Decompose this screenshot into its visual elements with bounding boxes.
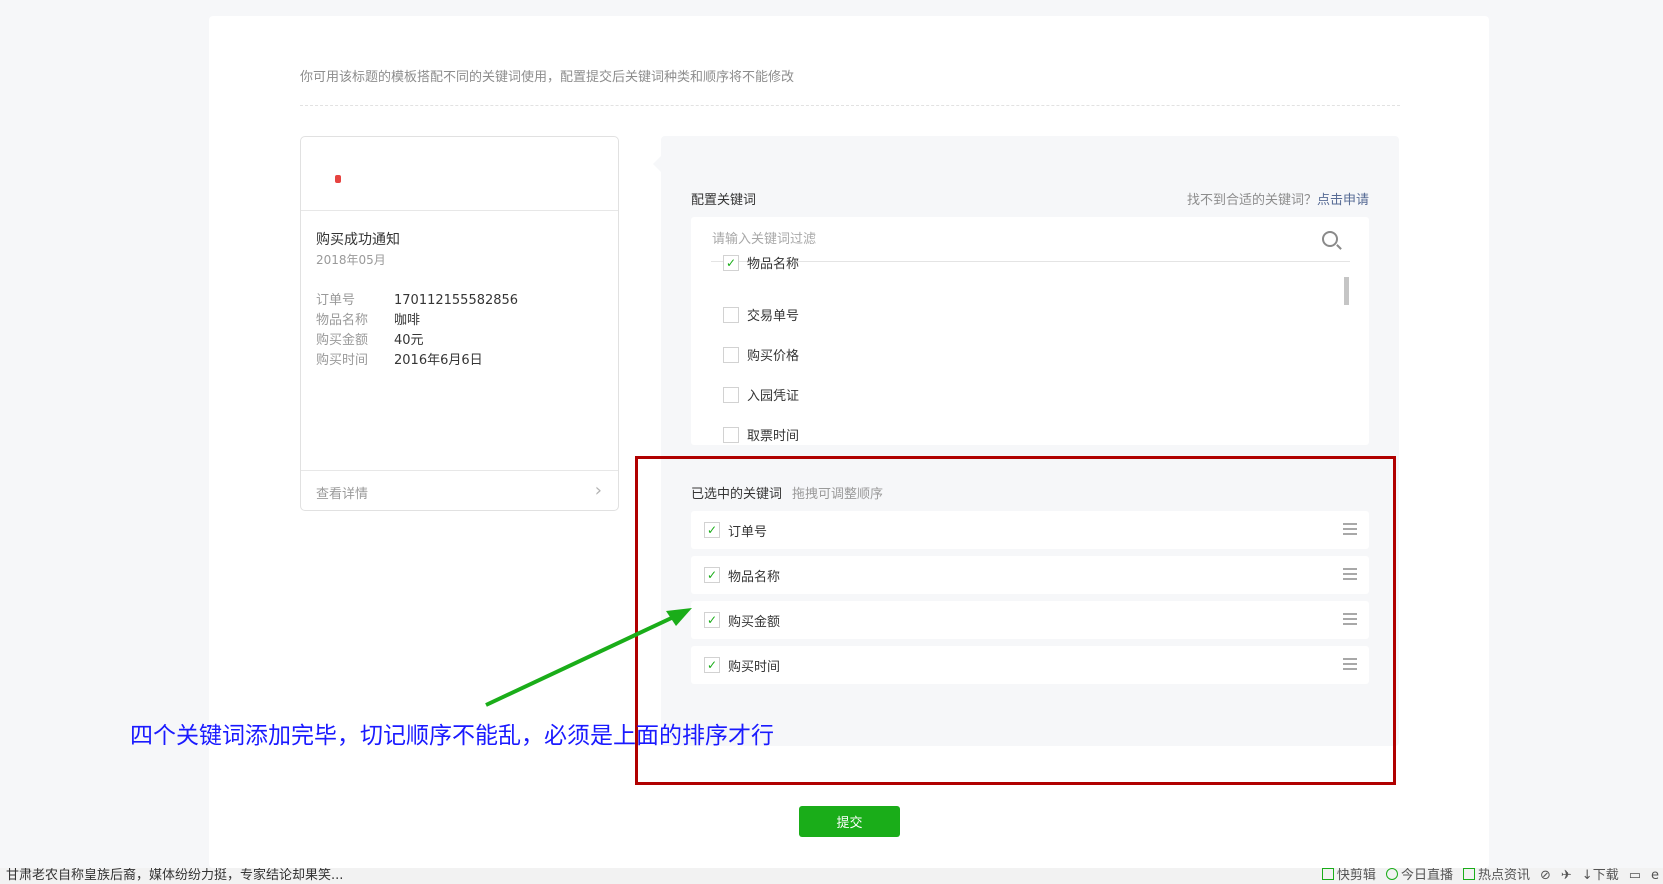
keyword-option[interactable]: 购买价格 [723, 345, 799, 364]
preview-row: 订单号 170112155582856 [316, 289, 518, 308]
view-details-label: 查看详情 [316, 487, 369, 502]
template-date: 2018年05月 [316, 253, 386, 267]
row-value: 咖啡 [394, 313, 421, 328]
keyword-option[interactable]: 入园凭证 [723, 385, 799, 404]
tool-label: 今日直播 [1400, 868, 1453, 883]
divider [300, 105, 1400, 106]
checkbox[interactable] [723, 386, 739, 403]
preview-row: 物品名称 咖啡 [316, 309, 420, 328]
checkbox[interactable] [723, 426, 739, 443]
row-label: 订单号 [316, 293, 356, 308]
option-label: 购买价格 [747, 349, 800, 364]
tool-label: 快剪辑 [1336, 868, 1376, 883]
annotation-text: 四个关键词添加完毕，切记顺序不能乱，必须是上面的排序才行 [130, 723, 774, 749]
help-text: 找不到合适的关键词？ [1186, 193, 1317, 208]
scrollbar[interactable] [1344, 277, 1349, 305]
template-preview-card: 购买成功通知 2018年05月 订单号 170112155582856 物品名称 咖… [300, 136, 619, 511]
config-title: 配置关键词 [691, 193, 757, 208]
speed-icon[interactable]: ⊘ [1540, 868, 1551, 884]
checkbox[interactable] [723, 306, 739, 323]
window-icon[interactable]: ▭ [1629, 868, 1641, 884]
option-label: 物品名称 [747, 257, 800, 272]
tool-label: 下载 [1592, 868, 1619, 883]
live-button[interactable]: 今日直播 [1385, 868, 1453, 884]
card-header [301, 137, 618, 211]
search-icon[interactable] [1322, 231, 1338, 247]
row-label: 物品名称 [316, 313, 369, 328]
keyword-option[interactable]: 交易单号 [723, 305, 799, 324]
row-value: 2016年6月6日 [394, 353, 483, 368]
keyword-option[interactable]: 取票时间 [723, 425, 799, 444]
checkbox-checked[interactable]: ✓ [723, 254, 739, 271]
news-ticker[interactable]: 甘肃老农自称皇族后裔，媒体纷纷力挺，专家结论却果笑... [6, 868, 343, 884]
tip-text: 你可用该标题的模板搭配不同的关键词使用，配置提交后关键词种类和顺序将不能修改 [300, 70, 795, 85]
tool-label: 热点资讯 [1477, 868, 1530, 883]
browser-status-bar: 甘肃老农自称皇族后裔，媒体纷纷力挺，专家结论却果笑... 快剪辑 今日直播 热点… [0, 868, 1663, 884]
view-details-link[interactable]: 查看详情 › [301, 470, 618, 510]
live-icon [1385, 868, 1398, 880]
keyword-option[interactable]: ✓ 物品名称 [723, 253, 799, 272]
keyword-search [711, 217, 1350, 262]
download-icon: ↓ [1581, 868, 1593, 883]
config-help: 找不到合适的关键词？点击申请 [1187, 189, 1369, 208]
option-label: 取票时间 [747, 429, 800, 444]
preview-row: 购买金额 40元 [316, 329, 424, 348]
option-label: 交易单号 [747, 309, 800, 324]
preview-row: 购买时间 2016年6月6日 [316, 349, 483, 368]
hot-news-button[interactable]: 热点资讯 [1462, 868, 1530, 884]
keyword-list-box: ✓ 物品名称 交易单号 购买价格 入园凭证 取票时间 [691, 217, 1369, 445]
row-value: 170112155582856 [394, 293, 519, 308]
news-icon [1462, 868, 1475, 880]
status-tools: 快剪辑 今日直播 热点资讯 ⊘ ✈ ↓下载 ▭ e [1321, 868, 1659, 884]
download-button[interactable]: ↓下载 [1582, 868, 1619, 884]
checkbox[interactable] [723, 346, 739, 363]
play-icon [1321, 868, 1334, 880]
quick-edit-button[interactable]: 快剪辑 [1321, 868, 1376, 884]
row-value: 40元 [394, 333, 424, 348]
template-title: 购买成功通知 [316, 232, 400, 248]
chevron-right-icon: › [594, 480, 602, 501]
apply-link[interactable]: 点击申请 [1317, 193, 1369, 208]
submit-button[interactable]: 提交 [799, 806, 900, 837]
browser-icon[interactable]: e [1651, 868, 1659, 884]
row-label: 购买时间 [316, 353, 369, 368]
option-label: 入园凭证 [747, 389, 800, 404]
account-logo-icon [335, 175, 341, 183]
row-label: 购买金额 [316, 333, 369, 348]
rocket-icon[interactable]: ✈ [1561, 868, 1572, 884]
